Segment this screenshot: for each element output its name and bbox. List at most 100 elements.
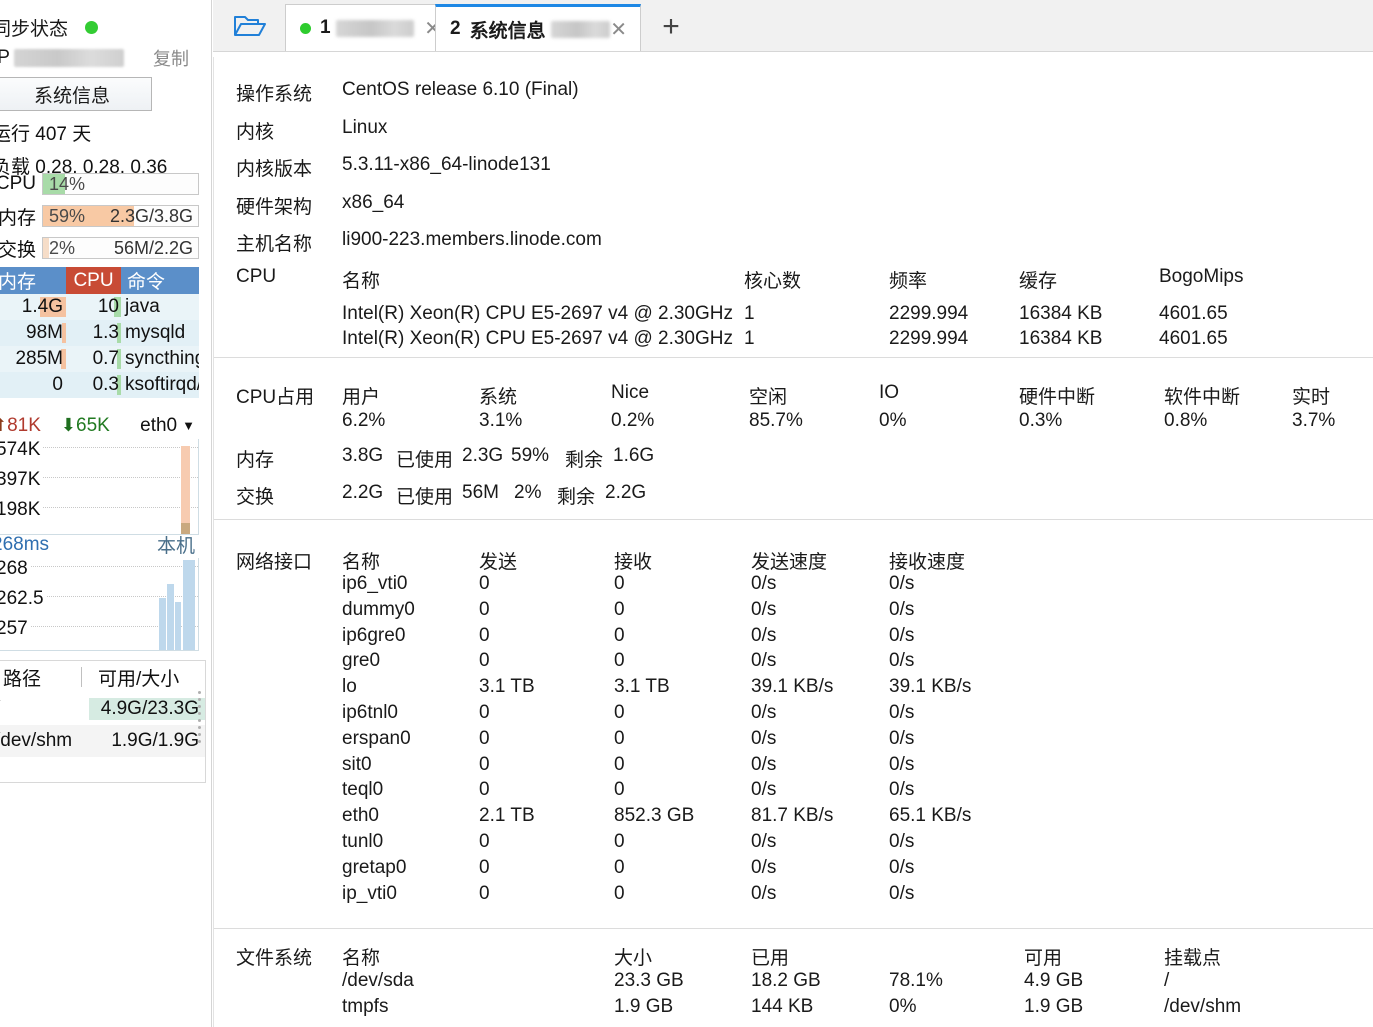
upload-arrow-icon: ⬆ — [0, 415, 7, 436]
cpu-usage-header-2: Nice — [611, 382, 649, 404]
netif-name: tunl0 — [342, 831, 383, 853]
network-interface-dropdown[interactable]: eth0 ▼ — [140, 415, 199, 437]
netif-header-1: 发送 — [479, 547, 517, 574]
cpu-header-3: 缓存 — [1019, 266, 1057, 293]
ping-chart: 268 262.5 257 — [0, 558, 199, 651]
process-col-cpu[interactable]: CPU — [66, 267, 121, 294]
netif-tx-speed: 0/s — [751, 779, 776, 801]
netif-name: ip6_vti0 — [342, 573, 408, 595]
download-arrow-icon: ⬇ — [61, 415, 76, 436]
cpu-cache: 16384 KB — [1019, 328, 1102, 350]
sync-status-dot-icon — [85, 21, 98, 34]
sidebar: 同步状态 IP 复制 系统信息 运行 407 天 负载 0.28, 0.28, … — [0, 0, 211, 1027]
process-row[interactable]: 1.4G10java — [0, 294, 199, 320]
sysinfo-button[interactable]: 系统信息 — [0, 77, 152, 111]
tab-2-number: 2 — [450, 18, 461, 40]
cpu-header-2: 频率 — [889, 266, 927, 293]
memory-free: 1.6G — [613, 445, 654, 467]
ping-bar — [159, 598, 166, 650]
cpu-usage-header-7: 实时 — [1292, 382, 1330, 409]
cpu-meter-bar: 14% — [42, 173, 199, 195]
memory-used-label: 已使用 — [396, 445, 453, 472]
cpu-usage-value-2: 0.2% — [611, 410, 654, 432]
fs-header-4: 可用 — [1024, 943, 1062, 970]
disk-col-path[interactable]: 路径 — [0, 664, 81, 691]
swap-total: 2.2G — [342, 482, 383, 504]
ping-bar — [175, 602, 181, 650]
fs-used: 144 KB — [751, 996, 813, 1018]
fs-size: 1.9 GB — [614, 996, 673, 1018]
architecture-label: 硬件架构 — [236, 192, 312, 219]
process-cpu: 0.7 — [66, 346, 121, 372]
netif-rx-speed: 0/s — [889, 831, 914, 853]
os-value: CentOS release 6.10 (Final) — [342, 79, 579, 101]
process-col-memory[interactable]: 内存 — [0, 267, 66, 294]
hostname-label: 主机名称 — [236, 229, 312, 256]
fs-avail: 1.9 GB — [1024, 996, 1083, 1018]
memory-meter-bar: 59% 2.3G/3.8G — [42, 205, 199, 227]
netif-tx: 0 — [479, 702, 490, 724]
memory-meter-value: 2.3G/3.8G — [110, 206, 193, 226]
fs-name: tmpfs — [342, 996, 388, 1018]
process-memory: 0 — [0, 372, 66, 398]
netif-tx-speed: 0/s — [751, 857, 776, 879]
disk-row[interactable]: /dev/shm1.9G/1.9G — [0, 725, 205, 757]
tab-bar: 1 ✕ 2 系统信息 ✕ + — [213, 0, 1373, 52]
netif-tx: 2.1 TB — [479, 805, 535, 827]
ip-label: IP — [0, 47, 10, 69]
process-row[interactable]: 00.3ksoftirqd/ — [0, 372, 199, 398]
netif-name: sit0 — [342, 754, 372, 776]
new-tab-button[interactable]: + — [651, 8, 691, 46]
fs-percent: 78.1% — [889, 970, 943, 992]
swap-used-label: 已使用 — [396, 482, 453, 509]
netif-tx: 0 — [479, 831, 490, 853]
netif-tx-speed: 0/s — [751, 625, 776, 647]
ping-widget: 268ms 本机 268 262.5 257 — [0, 531, 199, 651]
tab-1[interactable]: 1 ✕ — [285, 4, 455, 51]
tab-2[interactable]: 2 系统信息 ✕ — [435, 4, 641, 51]
fs-mount: /dev/shm — [1164, 996, 1241, 1018]
netif-rx-speed: 0/s — [889, 625, 914, 647]
copy-button[interactable]: 复制 — [153, 45, 189, 71]
netif-name: dummy0 — [342, 599, 415, 621]
sync-status-label: 同步状态 — [0, 14, 68, 41]
netif-rx-speed: 0/s — [889, 650, 914, 672]
network-ylabel-0: 574K — [0, 439, 42, 461]
divider-memory — [214, 519, 1373, 520]
netif-rx-speed: 0/s — [889, 754, 914, 776]
folder-open-icon[interactable] — [220, 3, 280, 49]
process-command: java — [121, 294, 199, 320]
cpu-cores: 1 — [744, 303, 755, 325]
network-traffic-widget: ⬆ 81K ⬇ 65K eth0 ▼ 574K 397K 198K — [0, 412, 199, 535]
netif-rx: 0 — [614, 728, 625, 750]
disk-row[interactable]: /4.9G/23.3G — [0, 693, 205, 725]
disk-path: /dev/shm — [0, 730, 89, 752]
netif-tx-speed: 39.1 KB/s — [751, 676, 833, 698]
fs-size: 23.3 GB — [614, 970, 684, 992]
netif-rx-speed: 0/s — [889, 728, 914, 750]
netif-tx: 0 — [479, 573, 490, 595]
process-col-command[interactable]: 命令 — [121, 267, 199, 294]
swap-meter-label: 交换 — [0, 235, 42, 262]
ping-ylabel-2: 257 — [0, 618, 30, 640]
netif-tx-speed: 81.7 KB/s — [751, 805, 833, 827]
cpu-usage-value-3: 85.7% — [749, 410, 803, 432]
fs-header-0: 名称 — [342, 943, 380, 970]
fs-name: /dev/sda — [342, 970, 414, 992]
netif-rx: 0 — [614, 831, 625, 853]
swap-meter-value: 56M/2.2G — [114, 238, 193, 258]
tab-2-close-icon[interactable]: ✕ — [610, 17, 627, 42]
process-cpu: 1.3 — [66, 320, 121, 346]
cpu-usage-value-5: 0.3% — [1019, 410, 1062, 432]
disk-scrollbar[interactable] — [198, 691, 203, 743]
fs-header-2: 已用 — [751, 943, 789, 970]
process-row[interactable]: 98M1.3mysqld — [0, 320, 199, 346]
process-row[interactable]: 285M0.7syncthing — [0, 346, 199, 372]
ping-host[interactable]: 本机 — [157, 531, 199, 558]
fs-header-1: 大小 — [614, 943, 652, 970]
cpu-usage-value-0: 6.2% — [342, 410, 385, 432]
netif-rx-speed: 0/s — [889, 779, 914, 801]
cpu-usage-header-5: 硬件中断 — [1019, 382, 1095, 409]
netif-header-4: 接收速度 — [889, 547, 965, 574]
disk-col-usage[interactable]: 可用/大小 — [82, 664, 205, 691]
